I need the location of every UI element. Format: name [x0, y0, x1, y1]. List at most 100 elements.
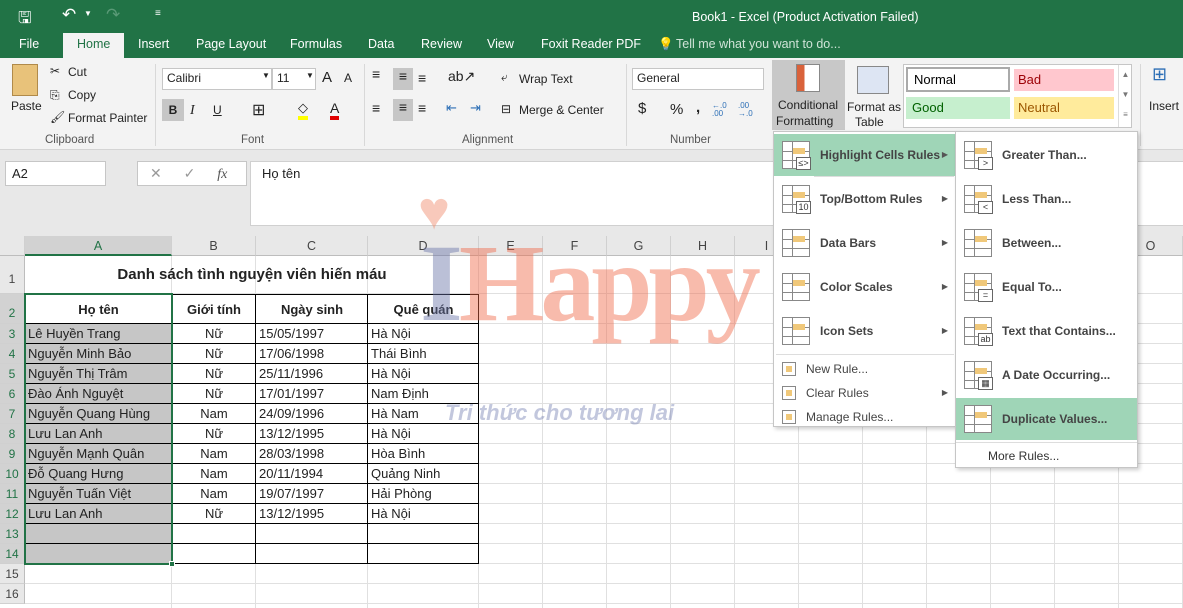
borders-icon[interactable]: ⊞ [252, 100, 265, 120]
undo-dropdown-icon[interactable]: ▼ [84, 9, 92, 18]
cut-button[interactable]: Cut [68, 65, 87, 79]
undo-icon[interactable]: ↶ [62, 5, 76, 25]
tab-formulas[interactable]: Formulas [290, 37, 342, 51]
row-header-14[interactable]: 14 [0, 544, 25, 564]
table-cell[interactable]: Nữ [172, 344, 256, 364]
row-header-7[interactable]: 7 [0, 404, 25, 424]
align-middle-icon[interactable]: ≡ [393, 68, 413, 90]
merge-center-button[interactable]: Merge & Center [519, 103, 604, 117]
fill-handle[interactable] [169, 561, 175, 567]
row-header-11[interactable]: 11 [0, 484, 25, 504]
tab-data[interactable]: Data [368, 37, 394, 51]
cf-menu-item[interactable]: 10 Top/Bottom Rules ▶ [774, 178, 956, 220]
wrap-text-button[interactable]: Wrap Text [519, 72, 573, 86]
font-name-select[interactable]: Calibri [162, 68, 272, 90]
italic-button[interactable]: I [190, 103, 195, 119]
table-cell[interactable]: 20/11/1994 [256, 464, 368, 484]
row-header-2[interactable]: 2 [0, 294, 25, 324]
submenu-item[interactable]: < Less Than... [956, 178, 1137, 220]
row-header-3[interactable]: 3 [0, 324, 25, 344]
table-cell[interactable]: Hà Nội [368, 324, 479, 344]
more-rules-item[interactable]: More Rules... [956, 446, 1137, 466]
row-header-12[interactable]: 12 [0, 504, 25, 524]
tab-insert[interactable]: Insert [138, 37, 169, 51]
table-cell[interactable]: Nữ [172, 364, 256, 384]
table-cell[interactable]: 13/12/1995 [256, 504, 368, 524]
row-header-5[interactable]: 5 [0, 364, 25, 384]
table-cell[interactable]: Nữ [172, 504, 256, 524]
format-as-table-label-1[interactable]: Format as [847, 100, 901, 114]
underline-button[interactable]: U [213, 103, 222, 117]
increase-indent-icon[interactable]: ⇥ [470, 100, 481, 116]
submenu-item[interactable]: > Greater Than... [956, 134, 1137, 176]
style-bad[interactable]: Bad [1014, 69, 1114, 91]
tab-foxit[interactable]: Foxit Reader PDF [541, 37, 641, 51]
table-cell[interactable]: 25/11/1996 [256, 364, 368, 384]
conditional-formatting-button[interactable]: Conditional Formatting [772, 60, 845, 130]
cancel-icon[interactable]: ✕ [150, 165, 162, 181]
style-neutral[interactable]: Neutral [1014, 97, 1114, 119]
grow-font-button[interactable]: A [322, 69, 332, 86]
fx-icon[interactable]: fx [217, 167, 227, 182]
cf-menu-item[interactable]: Clear Rules ▶ [774, 382, 956, 404]
format-painter-button[interactable]: Format Painter [68, 111, 147, 125]
align-right-icon[interactable]: ≡ [418, 100, 426, 116]
table-cell[interactable]: 28/03/1998 [256, 444, 368, 464]
paste-icon[interactable] [12, 64, 38, 96]
tab-page-layout[interactable]: Page Layout [196, 37, 266, 51]
table-cell[interactable]: Quảng Ninh [368, 464, 479, 484]
shrink-font-button[interactable]: A [344, 71, 352, 85]
format-as-table-icon[interactable] [857, 66, 889, 94]
orientation-icon[interactable]: ab↗ [448, 68, 475, 85]
column-header-F[interactable]: F [543, 236, 607, 256]
column-header-E[interactable]: E [479, 236, 543, 256]
format-as-table-label-2[interactable]: Table [855, 115, 884, 129]
header-cell[interactable]: Giới tính [172, 294, 256, 324]
cf-menu-item[interactable]: Icon Sets ▶ [774, 310, 956, 352]
row-header-4[interactable]: 4 [0, 344, 25, 364]
column-header-A[interactable]: A [25, 236, 172, 256]
submenu-item[interactable]: ▦ A Date Occurring... [956, 354, 1137, 396]
table-cell[interactable]: Hà Nội [368, 364, 479, 384]
row-header-16[interactable]: 16 [0, 584, 25, 604]
submenu-item[interactable]: = Equal To... [956, 266, 1137, 308]
row-header-10[interactable]: 10 [0, 464, 25, 484]
comma-button[interactable]: , [696, 99, 700, 116]
align-top-icon[interactable]: ≡ [372, 66, 380, 82]
save-icon[interactable]: 🖫 [18, 7, 32, 34]
table-cell[interactable]: Hà Nội [368, 424, 479, 444]
column-header-G[interactable]: G [607, 236, 671, 256]
submenu-item[interactable]: Between... [956, 222, 1137, 264]
decrease-decimal-button[interactable]: .00 →.0 [738, 102, 760, 118]
table-cell[interactable]: Nam [172, 404, 256, 424]
table-cell[interactable]: Nữ [172, 324, 256, 344]
percent-button[interactable]: % [670, 101, 683, 118]
bold-button[interactable]: B [162, 99, 184, 121]
row-header-6[interactable]: 6 [0, 384, 25, 404]
paste-button[interactable]: Paste [11, 99, 42, 113]
tab-file[interactable]: File [19, 37, 39, 51]
tab-view[interactable]: View [487, 37, 514, 51]
cf-menu-item[interactable]: Color Scales ▶ [774, 266, 956, 308]
cf-menu-item[interactable]: Data Bars ▶ [774, 222, 956, 264]
table-cell[interactable]: Nam Định [368, 384, 479, 404]
table-cell[interactable]: Nữ [172, 424, 256, 444]
table-cell[interactable]: 17/06/1998 [256, 344, 368, 364]
row-header-13[interactable]: 13 [0, 524, 25, 544]
align-bottom-icon[interactable]: ≡ [418, 70, 426, 86]
customize-icon[interactable]: ≡ [155, 8, 161, 19]
row-header-15[interactable]: 15 [0, 564, 25, 584]
increase-decimal-button[interactable]: ←.0 .00 [712, 102, 734, 118]
row-header-1[interactable]: 1 [0, 256, 25, 294]
table-cell[interactable]: Nữ [172, 384, 256, 404]
number-format-select[interactable]: General [632, 68, 764, 90]
tab-review[interactable]: Review [421, 37, 462, 51]
table-cell[interactable]: Thái Bình [368, 344, 479, 364]
header-cell[interactable]: Ngày sinh [256, 294, 368, 324]
column-header-C[interactable]: C [256, 236, 368, 256]
style-normal[interactable]: Normal [906, 67, 1010, 92]
table-cell[interactable]: Hà Nội [368, 504, 479, 524]
cf-menu-item[interactable]: New Rule... [774, 358, 956, 380]
table-cell[interactable]: 24/09/1996 [256, 404, 368, 424]
submenu-item[interactable]: ab Text that Contains... [956, 310, 1137, 352]
